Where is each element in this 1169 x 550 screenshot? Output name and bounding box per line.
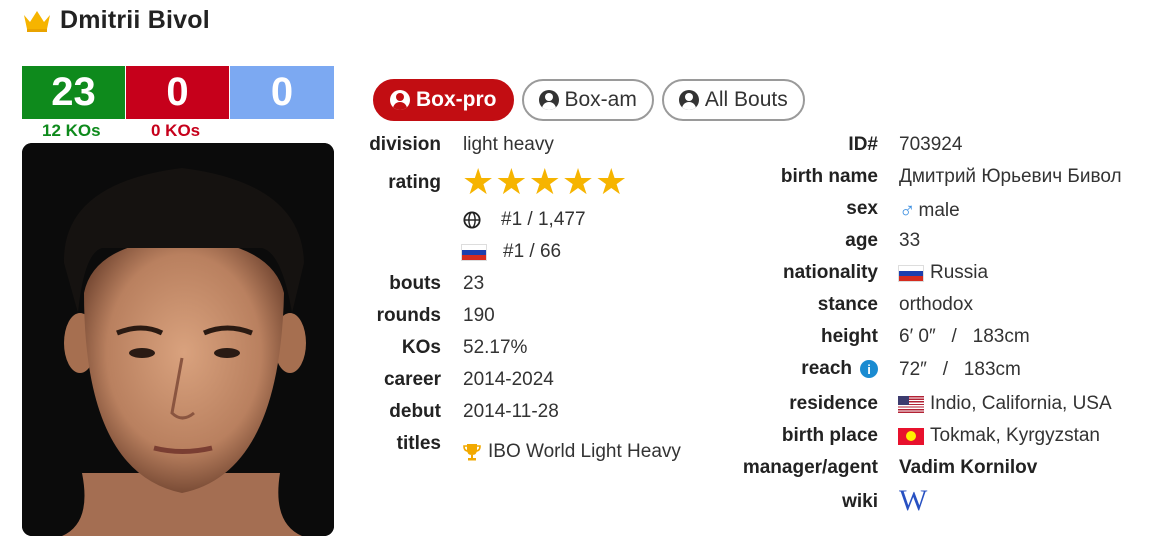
value-bouts: 23: [463, 273, 485, 294]
value-stance: orthodox: [899, 294, 973, 315]
birth-place-text: Tokmak, Kyrgyzstan: [930, 425, 1100, 446]
label-birth-place: birth place: [781, 425, 878, 446]
label-height: height: [821, 326, 878, 347]
label-rating: rating: [388, 172, 441, 193]
label-stance: stance: [817, 294, 878, 315]
value-reach: 72″ / 183cm: [899, 359, 1021, 380]
value-residence[interactable]: Indio, California, USA: [898, 393, 1112, 415]
trophy-icon: [463, 444, 481, 461]
label-wiki: wiki: [842, 491, 878, 512]
value-birth-place[interactable]: Tokmak, Kyrgyzstan: [898, 425, 1100, 447]
russia-flag-icon: [898, 264, 924, 282]
label-career: career: [383, 369, 441, 390]
globe-icon: [463, 211, 481, 229]
star-icon: ★: [528, 161, 561, 202]
star-icon: ★: [462, 161, 495, 202]
wiki-link[interactable]: W: [899, 484, 927, 518]
boxer-photo: [22, 143, 334, 536]
kyrgyzstan-flag-icon: [898, 427, 924, 445]
tab-box-am[interactable]: Box-am: [521, 79, 654, 121]
tab-label: Box-pro: [416, 88, 497, 111]
label-reach: reach i: [801, 358, 878, 380]
label-kos: KOs: [401, 337, 441, 358]
star-icon: ★: [595, 161, 628, 202]
losses-count: 0: [126, 66, 230, 119]
value-height: 6′ 0″ / 183cm: [899, 326, 1030, 347]
label-debut: debut: [389, 401, 441, 422]
star-icon: ★: [561, 161, 595, 202]
rating-stars: ★ ★ ★ ★ ★: [462, 164, 627, 200]
loss-kos: 0 KOs: [151, 121, 201, 140]
sex-text: male: [918, 200, 960, 221]
residence-text: Indio, California, USA: [930, 393, 1112, 414]
value-birth-name: Дмитрий Юрьевич Бивол: [899, 166, 1122, 187]
star-icon: ★: [495, 161, 528, 202]
tab-all-bouts[interactable]: All Bouts: [661, 79, 805, 121]
title-text: IBO World Light Heavy: [488, 441, 681, 462]
record-summary: 23 0 0: [22, 66, 334, 119]
label-manager: manager/agent: [742, 457, 878, 478]
person-icon: [390, 90, 410, 110]
win-kos: 12 KOs: [42, 121, 101, 140]
label-id: ID#: [848, 134, 878, 155]
male-icon: ♂: [899, 198, 916, 223]
value-career: 2014-2024: [463, 369, 554, 390]
person-icon: [678, 90, 699, 110]
label-division: division: [369, 134, 441, 155]
label-nationality: nationality: [782, 262, 878, 283]
nationality-text: Russia: [930, 262, 989, 283]
label-birth-name: birth name: [780, 166, 878, 187]
usa-flag-icon: [898, 395, 924, 413]
world-rank: #1 / 1,477: [463, 209, 586, 231]
wikipedia-icon: W: [899, 484, 928, 517]
country-rank: #1 / 66: [461, 241, 561, 263]
wins-count: 23: [22, 66, 126, 119]
value-nationality[interactable]: Russia: [898, 262, 988, 284]
label-age: age: [845, 230, 878, 251]
boxer-name: Dmitrii Bivol: [60, 6, 210, 34]
value-manager: Vadim Kornilov: [899, 457, 1038, 478]
bout-type-tabs: Box-pro Box-am All Bouts: [373, 79, 805, 121]
label-titles: titles: [396, 433, 441, 454]
label-rounds: rounds: [376, 305, 441, 326]
world-rank-text: #1 / 1,477: [501, 209, 586, 230]
label-residence: residence: [789, 393, 878, 414]
value-debut: 2014-11-28: [463, 401, 559, 422]
russia-flag-icon: [461, 243, 487, 261]
title-entry[interactable]: IBO World Light Heavy: [462, 441, 681, 463]
country-rank-text: #1 / 66: [503, 241, 562, 262]
label-bouts: bouts: [389, 273, 441, 294]
tab-box-pro[interactable]: Box-pro: [373, 79, 514, 121]
info-icon[interactable]: i: [860, 360, 878, 378]
tab-label: All Bouts: [704, 88, 788, 111]
label-reach-text: reach: [801, 358, 852, 379]
crown-icon: [24, 10, 50, 32]
tab-label: Box-am: [564, 88, 637, 111]
value-division: light heavy: [463, 134, 554, 155]
value-id: 703924: [899, 134, 963, 155]
draws-count: 0: [230, 66, 334, 119]
value-sex: ♂ male: [899, 198, 960, 224]
value-age: 33: [899, 230, 921, 251]
person-icon: [538, 90, 559, 110]
value-kos: 52.17%: [463, 337, 528, 358]
label-sex: sex: [846, 198, 878, 219]
value-rounds: 190: [463, 305, 495, 326]
profile-header: Dmitrii Bivol: [22, 6, 210, 35]
